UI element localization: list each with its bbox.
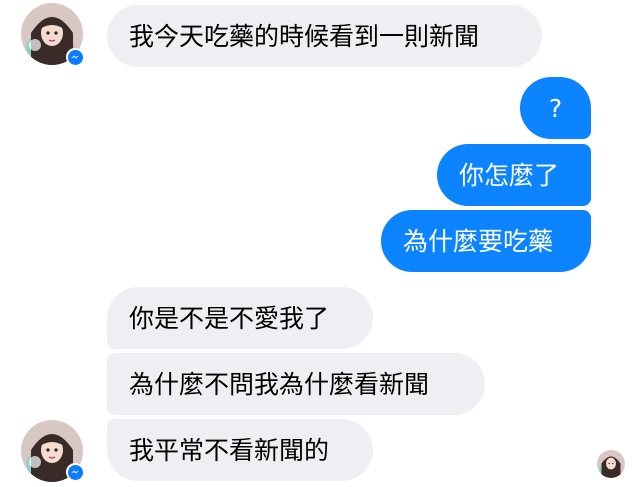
outgoing-message[interactable]: 為什麼要吃藥: [381, 210, 591, 272]
messenger-bolt-icon: [71, 55, 79, 59]
message-text: 你怎麼了: [459, 160, 560, 190]
outgoing-message[interactable]: 你怎麼了: [437, 144, 591, 206]
incoming-message[interactable]: 我平常不看新聞的: [107, 419, 373, 481]
messenger-badge-icon: [66, 48, 84, 66]
seen-receipt-avatar-icon: [597, 450, 625, 478]
message-text: 為什麼不問我為什麼看新聞: [129, 369, 430, 399]
outgoing-message[interactable]: ?: [520, 77, 591, 139]
message-text: 我今天吃藥的時候看到一則新聞: [129, 21, 480, 51]
incoming-message[interactable]: 我今天吃藥的時候看到一則新聞: [107, 5, 542, 67]
messenger-badge-icon: [66, 463, 84, 481]
incoming-message[interactable]: 你是不是不愛我了: [107, 287, 373, 349]
message-text: 我平常不看新聞的: [129, 435, 330, 465]
chat-thread: 我今天吃藥的時候看到一則新聞 ? 你怎麼了 為什麼要吃藥 你是不是不愛我了 為什…: [0, 0, 633, 487]
messenger-bolt-icon: [71, 470, 79, 474]
message-text: ?: [548, 93, 563, 123]
avatar-photo: [597, 450, 625, 478]
incoming-message[interactable]: 為什麼不問我為什麼看新聞: [107, 353, 485, 415]
message-text: 為什麼要吃藥: [403, 226, 554, 256]
message-text: 你是不是不愛我了: [129, 303, 330, 333]
